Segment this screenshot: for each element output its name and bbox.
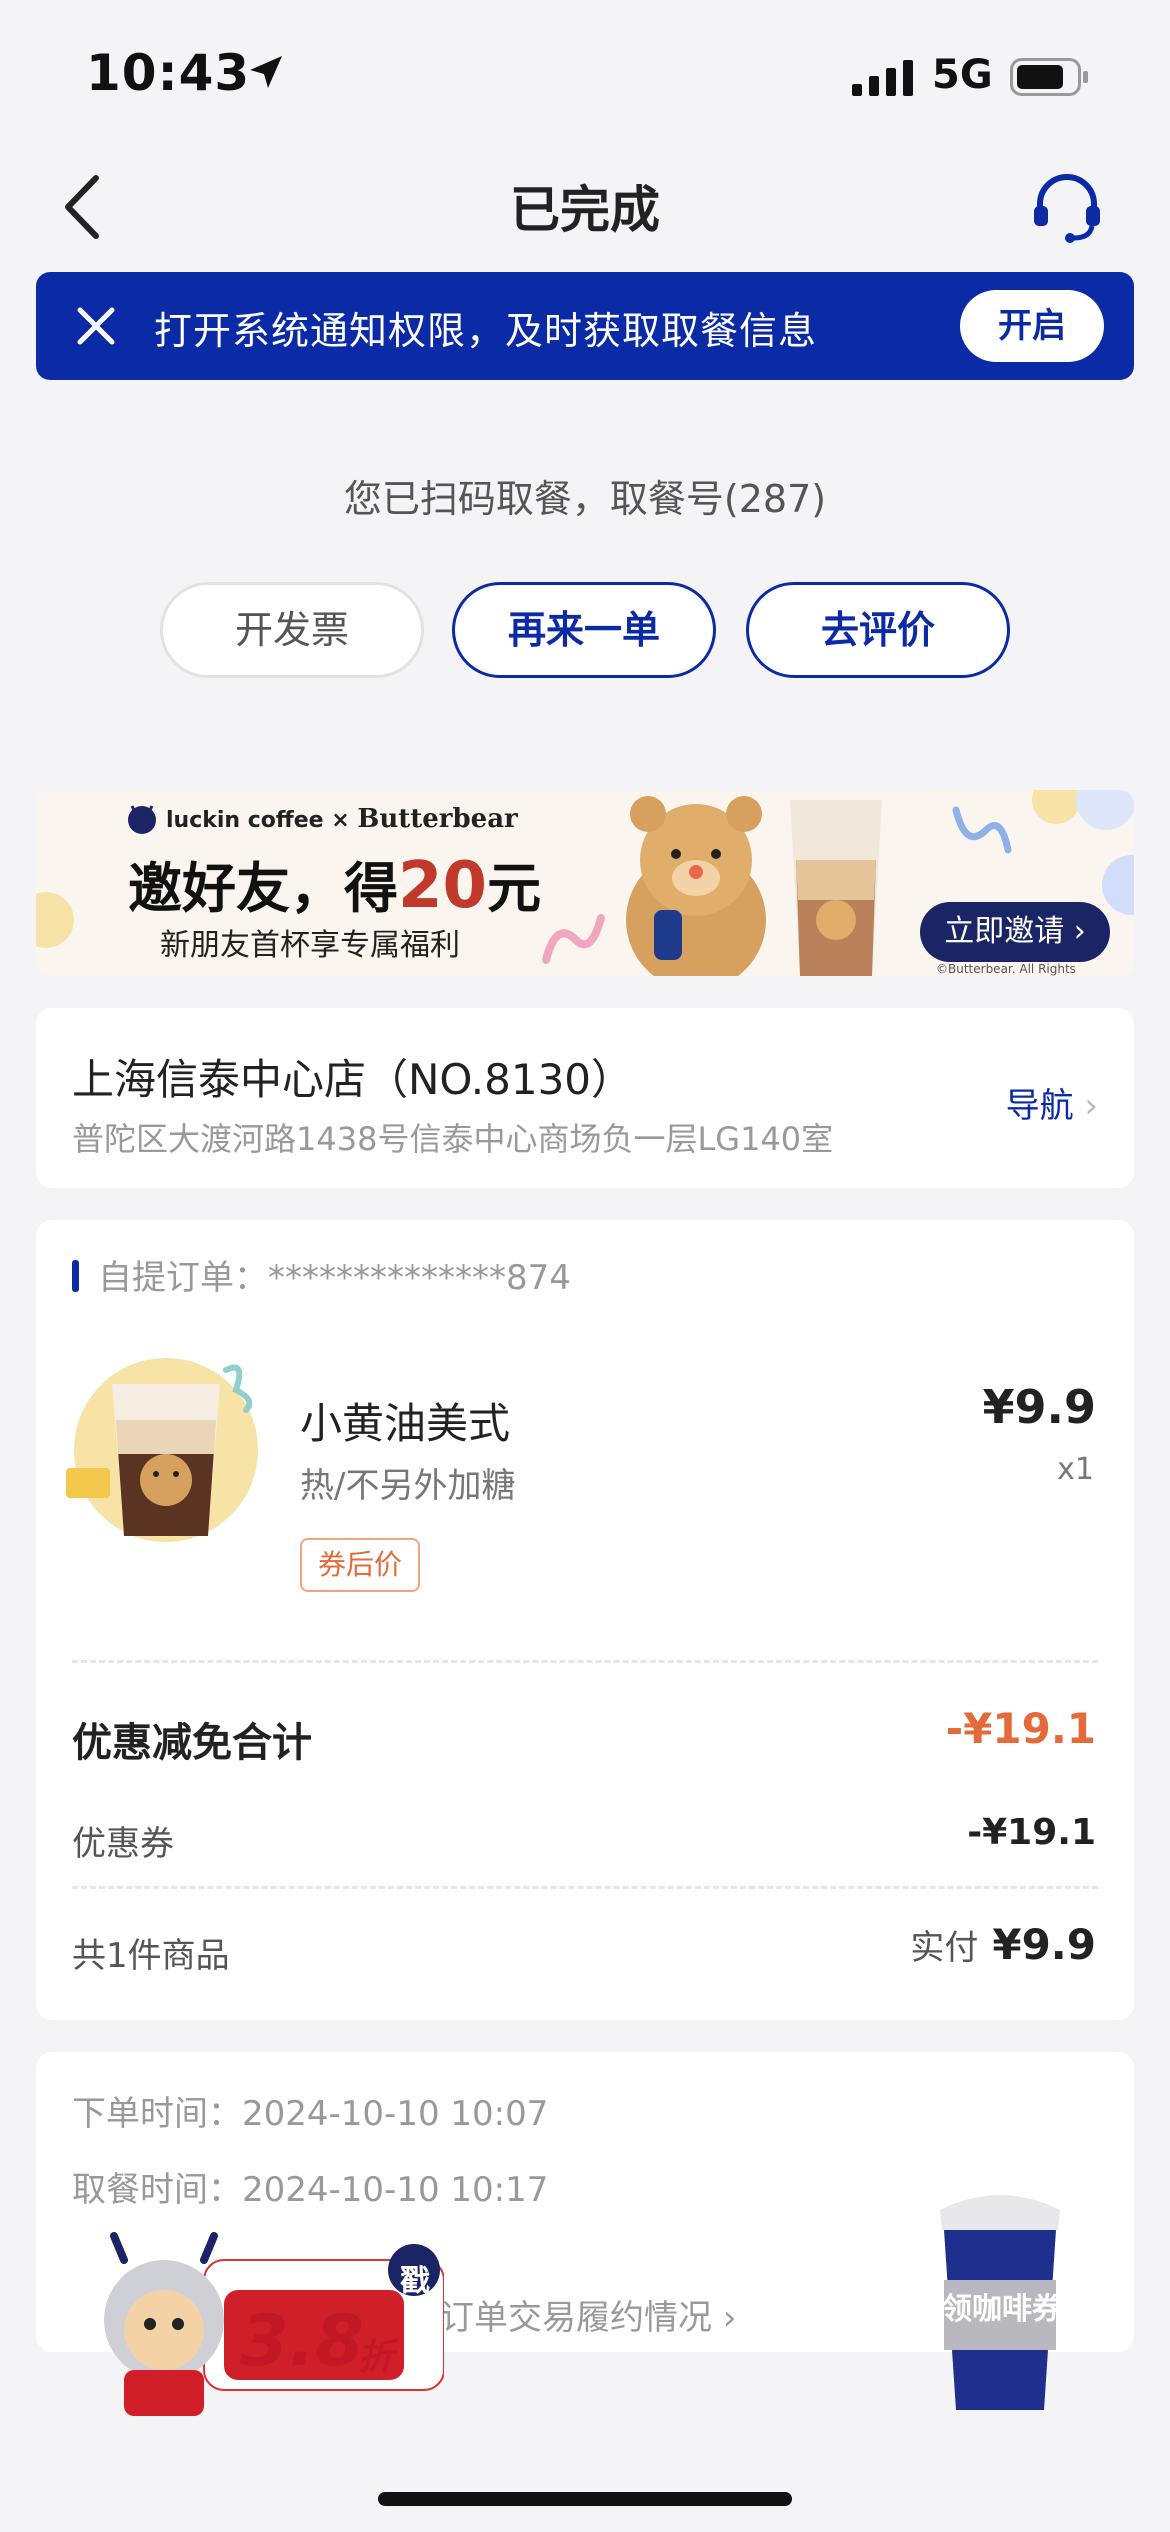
promo-subtitle: 新朋友首杯享专属福利	[160, 928, 460, 963]
order-number-value: **************874	[268, 1258, 571, 1298]
promo-headline-pre: 邀好友，得	[128, 857, 398, 920]
chevron-right-icon: ›	[722, 2298, 737, 2338]
promo-headline-num: 20	[398, 849, 488, 923]
store-name: 上海信泰中心店（NO.8130）	[72, 1055, 634, 1104]
discount-value: 3.8	[240, 2300, 365, 2382]
promo-banner[interactable]: luckin coffee × Butterbear 邀好友，得20元 新朋友首…	[36, 790, 1134, 976]
divider	[72, 1886, 1098, 1889]
decoration-circle	[36, 892, 74, 948]
pickup-time: 取餐时间：2024-10-10 10:17	[72, 2170, 549, 2210]
close-icon[interactable]	[72, 302, 120, 350]
signal-icon	[852, 60, 913, 96]
notification-banner: 打开系统通知权限，及时获取取餐信息 开启	[36, 272, 1134, 380]
order-type-label: 自提订单：	[98, 1258, 268, 1298]
review-button[interactable]: 去评价	[746, 582, 1010, 678]
location-arrow-icon	[250, 56, 282, 88]
order-card: 自提订单：**************874 小黄油美式 热/不另外加糖 券后价…	[36, 1220, 1134, 2020]
network-type: 5G	[932, 52, 993, 98]
coupon-price-tag: 券后价	[300, 1538, 420, 1592]
product-image	[66, 1358, 258, 1542]
coffee-cup-image	[790, 800, 882, 976]
customer-service-icon[interactable]	[1030, 170, 1104, 244]
order-time: 下单时间：2024-10-10 10:07	[72, 2094, 549, 2134]
coffee-coupon-label: 领咖啡券	[942, 2292, 1062, 2327]
coupon-label: 优惠券	[72, 1824, 174, 1864]
pickup-message: 您已扫码取餐，取餐号(287)	[343, 477, 827, 521]
store-card: 上海信泰中心店（NO.8130） 普陀区大渡河路1438号信泰中心商场负一层LG…	[36, 1008, 1134, 1188]
reorder-button[interactable]: 再来一单	[452, 582, 716, 678]
discount-total-label: 优惠减免合计	[72, 1720, 312, 1766]
coupon-value: -¥19.1	[967, 1812, 1096, 1853]
notification-text: 打开系统通知权限，及时获取取餐信息	[154, 309, 818, 353]
invite-button-label: 立即邀请	[944, 914, 1065, 949]
promo-brand: luckin coffee × Butterbear	[166, 804, 518, 834]
decoration-circle-blue	[1102, 855, 1134, 915]
navigate-label: 导航	[1005, 1086, 1074, 1126]
paid-amount: 实付 ¥9.9	[910, 1920, 1096, 1969]
luckin-deer-logo	[128, 805, 156, 834]
store-address: 普陀区大渡河路1438号信泰中心商场负一层LG140室	[72, 1120, 834, 1158]
item-count: 共1件商品	[72, 1936, 230, 1976]
product-name: 小黄油美式	[300, 1399, 511, 1448]
product-options: 热/不另外加糖	[300, 1466, 516, 1506]
discount-unit: 折	[358, 2337, 395, 2378]
stamp-label: 戳	[400, 2264, 430, 2299]
divider	[72, 1660, 1098, 1663]
trade-fulfillment-link[interactable]: 订单交易履约情况 ›	[440, 2290, 736, 2339]
promo-brand-x: ×	[331, 808, 350, 833]
bear-mascot-image	[626, 796, 766, 976]
chevron-right-icon: ›	[1084, 1086, 1098, 1126]
paid-label: 实付	[910, 1928, 979, 1968]
promo-brand-right: Butterbear	[357, 804, 518, 834]
paid-value: ¥9.9	[992, 1920, 1096, 1969]
page-title: 已完成	[510, 181, 660, 239]
promo-headline: 邀好友，得20元	[128, 844, 541, 923]
discount-total-value: -¥19.1	[945, 1704, 1096, 1753]
order-number: 自提订单：**************874	[98, 1250, 571, 1299]
product-price: ¥9.9	[982, 1380, 1097, 1434]
invite-button[interactable]: 立即邀请 ›	[920, 902, 1110, 962]
enable-notification-button[interactable]: 开启	[960, 290, 1104, 362]
ribbon-decoration-blue	[952, 806, 1012, 854]
navigate-button[interactable]: 导航 ›	[1006, 1078, 1098, 1127]
promo-copyright: ©Butterbear. All Rights Reserved	[936, 962, 1076, 976]
promo-brand-left: luckin coffee	[166, 808, 324, 833]
promo-headline-post: 元	[487, 857, 542, 920]
section-marker	[72, 1260, 79, 1292]
chevron-right-icon: ›	[1073, 914, 1086, 949]
trade-fulfillment-label: 订单交易履约情况	[440, 2298, 712, 2338]
product-quantity: x1	[1057, 1452, 1094, 1487]
battery-icon	[1010, 58, 1088, 96]
invoice-button[interactable]: 开发票	[160, 582, 424, 678]
status-time: 10:43	[86, 44, 251, 102]
home-indicator	[378, 2492, 792, 2506]
